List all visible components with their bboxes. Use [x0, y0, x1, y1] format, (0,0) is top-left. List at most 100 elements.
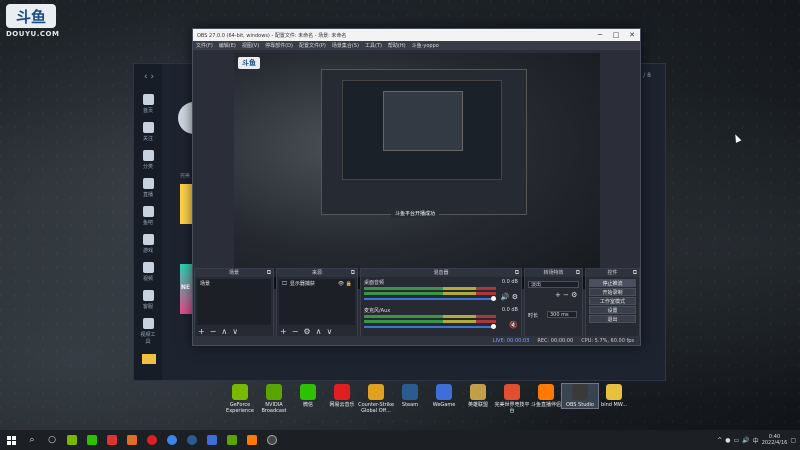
fader-knob[interactable]: [491, 296, 496, 301]
desktop-shortcut[interactable]: NVIDIA Broadcast: [256, 384, 292, 414]
desktop-shortcut[interactable]: 网易云音乐: [324, 384, 360, 408]
taskbar-app-red[interactable]: [102, 430, 122, 450]
taskbar-wechat[interactable]: [82, 430, 102, 450]
tray-app-icon[interactable]: ●: [725, 437, 730, 444]
menu-douyu[interactable]: 斗鱼-yoppo: [412, 42, 439, 49]
notification-icon[interactable]: ▢: [790, 437, 796, 444]
start-recording-button[interactable]: 开始录制: [589, 288, 636, 296]
volume-meter: [364, 315, 496, 318]
muted-speaker-icon[interactable]: 🔇: [509, 321, 518, 329]
desktop-shortcut[interactable]: WeGame: [426, 384, 462, 408]
popout-icon[interactable]: ⧉: [633, 269, 637, 277]
menu-profile[interactable]: 配置文件(P): [299, 42, 326, 49]
shortcut-label: 完美世界竞技平台: [494, 402, 530, 414]
add-source-button[interactable]: +: [280, 327, 287, 336]
taskbar-app-wegame[interactable]: [202, 430, 222, 450]
popout-icon[interactable]: ⧉: [351, 269, 355, 277]
chevron-up-icon[interactable]: ^: [717, 437, 722, 444]
list-item[interactable]: 场景: [197, 279, 271, 288]
taskbar-app-chrome[interactable]: [162, 430, 182, 450]
minimize-icon[interactable]: ─: [592, 31, 608, 39]
obs-window[interactable]: OBS 27.0.0 (64-bit, windows) - 配置文件: 未命名…: [192, 28, 641, 346]
menu-view[interactable]: 视图(V): [242, 42, 259, 49]
popout-icon[interactable]: ⧉: [267, 269, 271, 277]
nvidia-icon: [67, 435, 77, 445]
netease-icon: [147, 435, 157, 445]
sidebar-item-video[interactable]: 视频: [139, 262, 157, 282]
desktop-shortcut[interactable]: OBS Studio: [561, 383, 599, 409]
sidebar-item-video-tools[interactable]: 视频工具: [139, 318, 157, 345]
settings-button[interactable]: 设置: [589, 306, 636, 314]
desktop-shortcut[interactable]: 斗鱼直播伴侣: [528, 384, 564, 408]
fader-knob[interactable]: [491, 324, 496, 329]
caption-label: 完美: [180, 173, 191, 179]
close-icon[interactable]: ✕: [624, 31, 640, 39]
obs-titlebar[interactable]: OBS 27.0.0 (64-bit, windows) - 配置文件: 未命名…: [193, 29, 640, 41]
scenes-list[interactable]: 场景: [197, 279, 271, 325]
exit-button[interactable]: 退出: [589, 315, 636, 323]
obs-preview[interactable]: 斗鱼 斗鱼平台开播成功: [234, 53, 600, 289]
desktop-shortcut[interactable]: 英雄联盟: [460, 384, 496, 408]
list-item[interactable]: 🖵 显示器捕获 👁 🔒: [279, 279, 355, 288]
taskbar-app-douyu[interactable]: [242, 430, 262, 450]
volume-icon[interactable]: 🔊: [742, 437, 749, 444]
popout-icon[interactable]: ⧉: [576, 269, 580, 277]
menu-scene-collection[interactable]: 场景集合(S): [332, 42, 359, 49]
shortcut-label: 斗鱼直播伴侣: [530, 402, 561, 408]
transition-toolbar[interactable]: + − ⚙: [555, 291, 577, 299]
sidebar-item-game[interactable]: 游戏: [139, 234, 157, 254]
sidebar-item-live[interactable]: 直播: [139, 178, 157, 198]
gift-icon[interactable]: [142, 354, 156, 364]
desktop-shortcut[interactable]: 微信: [290, 384, 326, 408]
volume-fader[interactable]: [364, 324, 496, 329]
volume-fader[interactable]: [364, 296, 496, 301]
ime-indicator[interactable]: 中: [753, 436, 759, 445]
move-down-button[interactable]: ∨: [232, 327, 238, 336]
clock[interactable]: 0:40 2022/4/16: [762, 434, 788, 446]
sidebar-item-home[interactable]: 首页: [139, 94, 157, 114]
remove-scene-button[interactable]: −: [210, 327, 217, 336]
menu-docks[interactable]: 停靠部件(D): [265, 42, 293, 49]
move-down-button[interactable]: ∨: [326, 327, 332, 336]
menu-file[interactable]: 文件(F): [196, 42, 213, 49]
taskbar-app-nvidia2[interactable]: [222, 430, 242, 450]
sources-list[interactable]: 🖵 显示器捕获 👁 🔒: [279, 279, 355, 325]
duration-input[interactable]: 300 ms: [547, 311, 577, 318]
menu-edit[interactable]: 编辑(E): [219, 42, 236, 49]
nav-arrows[interactable]: ‹ ›: [144, 72, 154, 82]
taskbar-app-obs[interactable]: [262, 430, 282, 450]
desktop-shortcut[interactable]: 完美世界竞技平台: [494, 384, 530, 414]
stop-streaming-button[interactable]: 停止推流: [589, 279, 636, 287]
desktop-shortcut[interactable]: Steam: [392, 384, 428, 408]
desktop-shortcut[interactable]: GeForce Experience: [222, 384, 258, 414]
desktop-shortcut[interactable]: Counter-Strike Global Off...: [358, 384, 394, 414]
taskbar-app-steam[interactable]: [182, 430, 202, 450]
search-icon[interactable]: ⌕: [22, 430, 42, 450]
popout-icon[interactable]: ⧉: [515, 269, 519, 277]
taskbar-nvidia[interactable]: [62, 430, 82, 450]
menu-tools[interactable]: 工具(T): [365, 42, 382, 49]
sidebar-item-follow[interactable]: 关注: [139, 122, 157, 142]
service-icon: [142, 290, 154, 301]
move-up-button[interactable]: ∧: [221, 327, 227, 336]
source-settings-gear-icon[interactable]: ⚙: [303, 327, 310, 336]
start-button[interactable]: [0, 430, 22, 450]
transition-select[interactable]: 淡出: [528, 281, 579, 288]
sidebar-item-service[interactable]: 客服: [139, 290, 157, 310]
sidebar-item-category[interactable]: 分类: [139, 150, 157, 170]
studio-mode-button[interactable]: 工作室模式: [589, 297, 636, 305]
desktop-shortcut[interactable]: bind MW...: [596, 384, 632, 408]
move-up-button[interactable]: ∧: [316, 327, 322, 336]
sidebar-item-yuba[interactable]: 鱼吧: [139, 206, 157, 226]
speaker-icon[interactable]: 🔊 ⚙: [501, 293, 518, 301]
visibility-eye-icon[interactable]: 👁 🔒: [338, 281, 352, 287]
maximize-icon[interactable]: □: [608, 31, 624, 39]
taskbar-app-netease[interactable]: [142, 430, 162, 450]
remove-source-button[interactable]: −: [292, 327, 299, 336]
menu-help[interactable]: 帮助(H): [388, 42, 406, 49]
task-view-icon[interactable]: ○: [42, 430, 62, 450]
add-scene-button[interactable]: +: [198, 327, 205, 336]
monitor-icon: 🖵: [282, 280, 287, 287]
taskbar-app-g[interactable]: [122, 430, 142, 450]
network-icon[interactable]: ▭: [734, 437, 740, 444]
